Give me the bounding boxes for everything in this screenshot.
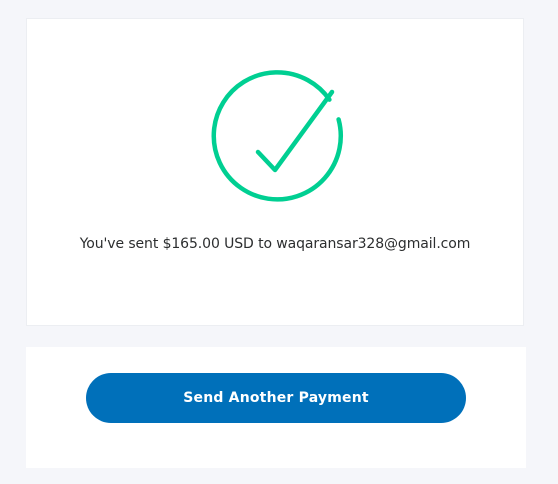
send-another-payment-button[interactable]: Send Another Payment (86, 373, 466, 423)
actions-card: Send Another Payment (26, 347, 526, 468)
check-circle-icon (211, 70, 345, 204)
payment-sent-message: You've sent $165.00 USD to waqaransar328… (79, 236, 471, 252)
confirmation-card: You've sent $165.00 USD to waqaransar328… (26, 18, 524, 326)
